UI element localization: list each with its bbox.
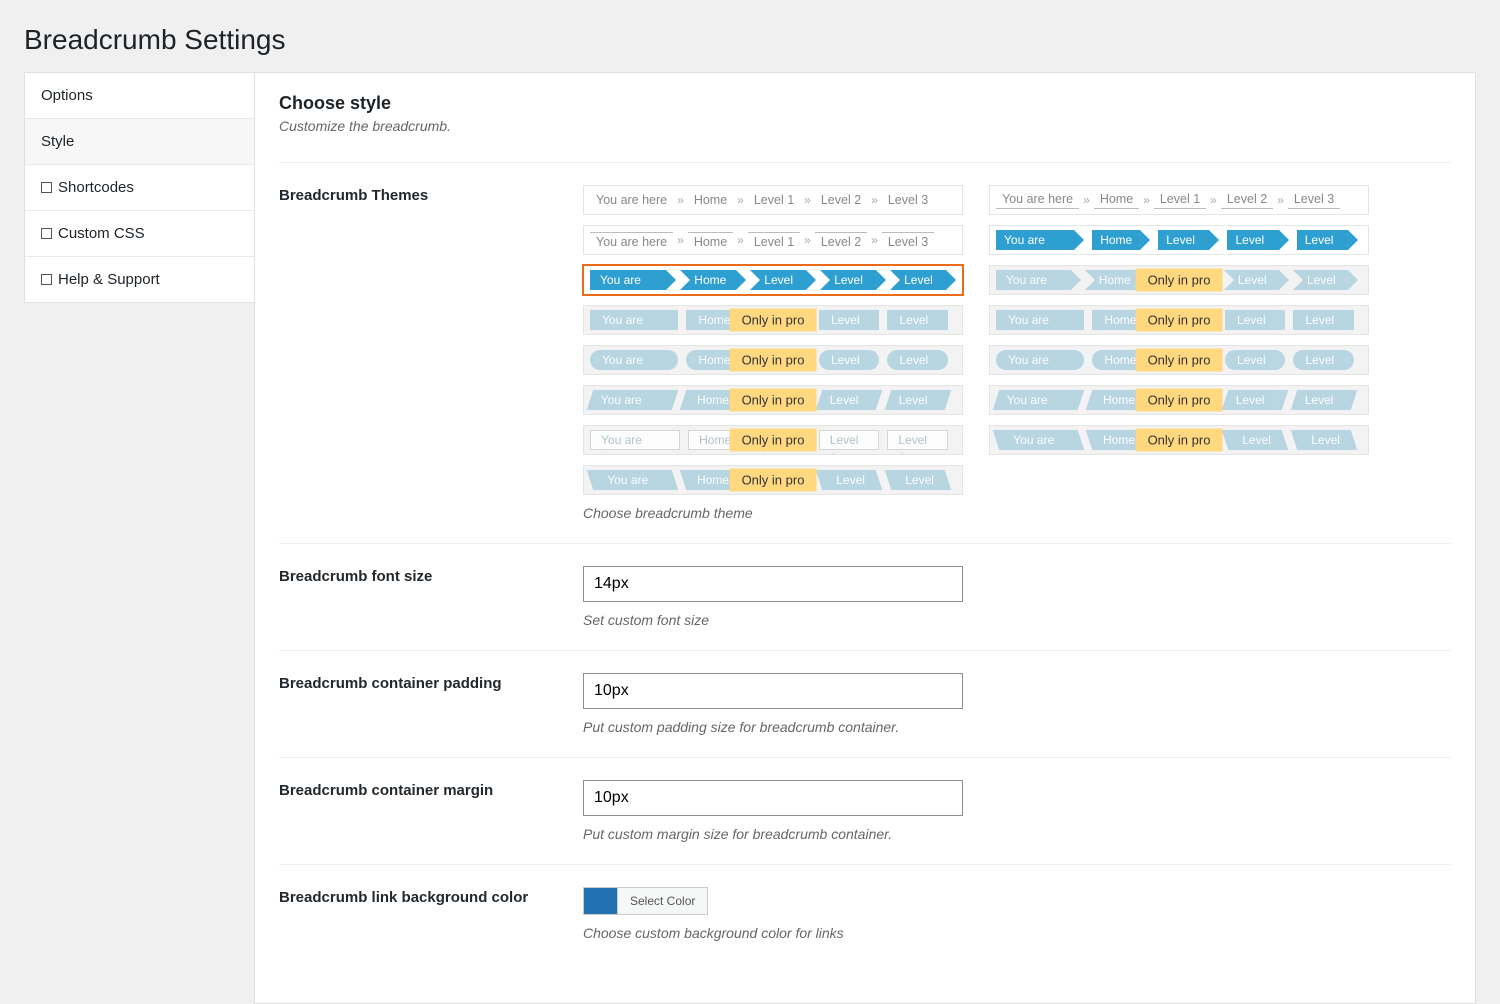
pro-badge: Only in pro <box>1136 429 1223 452</box>
field-label: Breadcrumb font size <box>279 566 559 628</box>
field-label: Breadcrumb container padding <box>279 673 559 735</box>
theme-option: You are hereHomeLevel 1Level 2Level 3Onl… <box>989 425 1369 455</box>
field-helper: Set custom font size <box>583 612 1451 628</box>
section-desc: Customize the breadcrumb. <box>279 118 1451 134</box>
square-icon <box>41 228 52 239</box>
tab-custom-css[interactable]: Custom CSS <box>25 211 254 257</box>
theme-option: You are hereHomeLevel 1Level 2Level 3Onl… <box>989 385 1369 415</box>
pro-badge: Only in pro <box>730 309 817 332</box>
pro-badge: Only in pro <box>1136 309 1223 332</box>
sidebar-tabs: Options Style Shortcodes Custom CSS Help… <box>24 72 254 303</box>
tab-label: Options <box>41 87 93 104</box>
padding-input[interactable] <box>583 673 963 709</box>
theme-option: You are hereHomeLevel 1Level 2Level 3Onl… <box>583 425 963 455</box>
field-helper: Put custom padding size for breadcrumb c… <box>583 719 1451 735</box>
theme-option[interactable]: You are here»Home»Level 1»Level 2»Level … <box>989 185 1369 215</box>
pro-badge: Only in pro <box>730 349 817 372</box>
pro-badge: Only in pro <box>1136 269 1223 292</box>
field-label: Breadcrumb link background color <box>279 887 559 941</box>
row-padding: Breadcrumb container padding Put custom … <box>279 650 1451 757</box>
theme-option: You are hereHomeLevel 1Level 2Level 3Onl… <box>989 345 1369 375</box>
field-label: Breadcrumb container margin <box>279 780 559 842</box>
tab-style[interactable]: Style <box>25 119 254 165</box>
theme-option: You are hereHomeLevel 1Level 2Level 3Onl… <box>583 385 963 415</box>
pro-badge: Only in pro <box>730 389 817 412</box>
square-icon <box>41 182 52 193</box>
square-icon <box>41 274 52 285</box>
page-title: Breadcrumb Settings <box>24 24 1500 56</box>
margin-input[interactable] <box>583 780 963 816</box>
pro-badge: Only in pro <box>1136 389 1223 412</box>
tab-shortcodes[interactable]: Shortcodes <box>25 165 254 211</box>
tab-label: Style <box>41 133 74 150</box>
tab-label: Help & Support <box>58 271 160 288</box>
pro-badge: Only in pro <box>730 429 817 452</box>
pro-badge: Only in pro <box>730 469 817 492</box>
section-title: Choose style <box>279 93 1451 114</box>
theme-option: You are hereHomeLevel 1Level 2Level 3Onl… <box>583 345 963 375</box>
theme-option[interactable]: You are here»Home»Level 1»Level 2»Level … <box>583 185 963 215</box>
theme-option: You are hereHomeLevel 1Level 2Level 3Onl… <box>583 465 963 495</box>
themes-grid: You are here»Home»Level 1»Level 2»Level … <box>583 185 1451 495</box>
theme-option: You are hereHomeLevel 1Level 2Level 3Onl… <box>989 265 1369 295</box>
theme-option[interactable]: You are hereHomeLevel 1Level 2Level 3 <box>583 265 963 295</box>
field-helper: Put custom margin size for breadcrumb co… <box>583 826 1451 842</box>
field-helper: Choose custom background color for links <box>583 925 1451 941</box>
font-size-input[interactable] <box>583 566 963 602</box>
field-helper: Choose breadcrumb theme <box>583 505 1451 521</box>
theme-option: You are hereHomeLevel 1Level 2Level 3Onl… <box>583 305 963 335</box>
settings-panel: Choose style Customize the breadcrumb. B… <box>254 72 1476 1004</box>
color-picker[interactable]: Select Color <box>583 887 708 915</box>
row-themes: Breadcrumb Themes You are here»Home»Leve… <box>279 162 1451 543</box>
tab-label: Custom CSS <box>58 225 145 242</box>
select-color-button[interactable]: Select Color <box>618 888 707 914</box>
color-swatch[interactable] <box>584 888 618 914</box>
row-font-size: Breadcrumb font size Set custom font siz… <box>279 543 1451 650</box>
theme-option[interactable]: You are here»Home»Level 1»Level 2»Level … <box>583 225 963 255</box>
tab-label: Shortcodes <box>58 179 134 196</box>
pro-badge: Only in pro <box>1136 349 1223 372</box>
theme-option: You are hereHomeLevel 1Level 2Level 3Onl… <box>989 305 1369 335</box>
field-label: Breadcrumb Themes <box>279 185 559 521</box>
row-link-bg: Breadcrumb link background color Select … <box>279 864 1451 963</box>
row-margin: Breadcrumb container margin Put custom m… <box>279 757 1451 864</box>
theme-option[interactable]: You are hereHomeLevel 1Level 2Level 3 <box>989 225 1369 255</box>
tab-help-support[interactable]: Help & Support <box>25 257 254 302</box>
tab-options[interactable]: Options <box>25 73 254 119</box>
